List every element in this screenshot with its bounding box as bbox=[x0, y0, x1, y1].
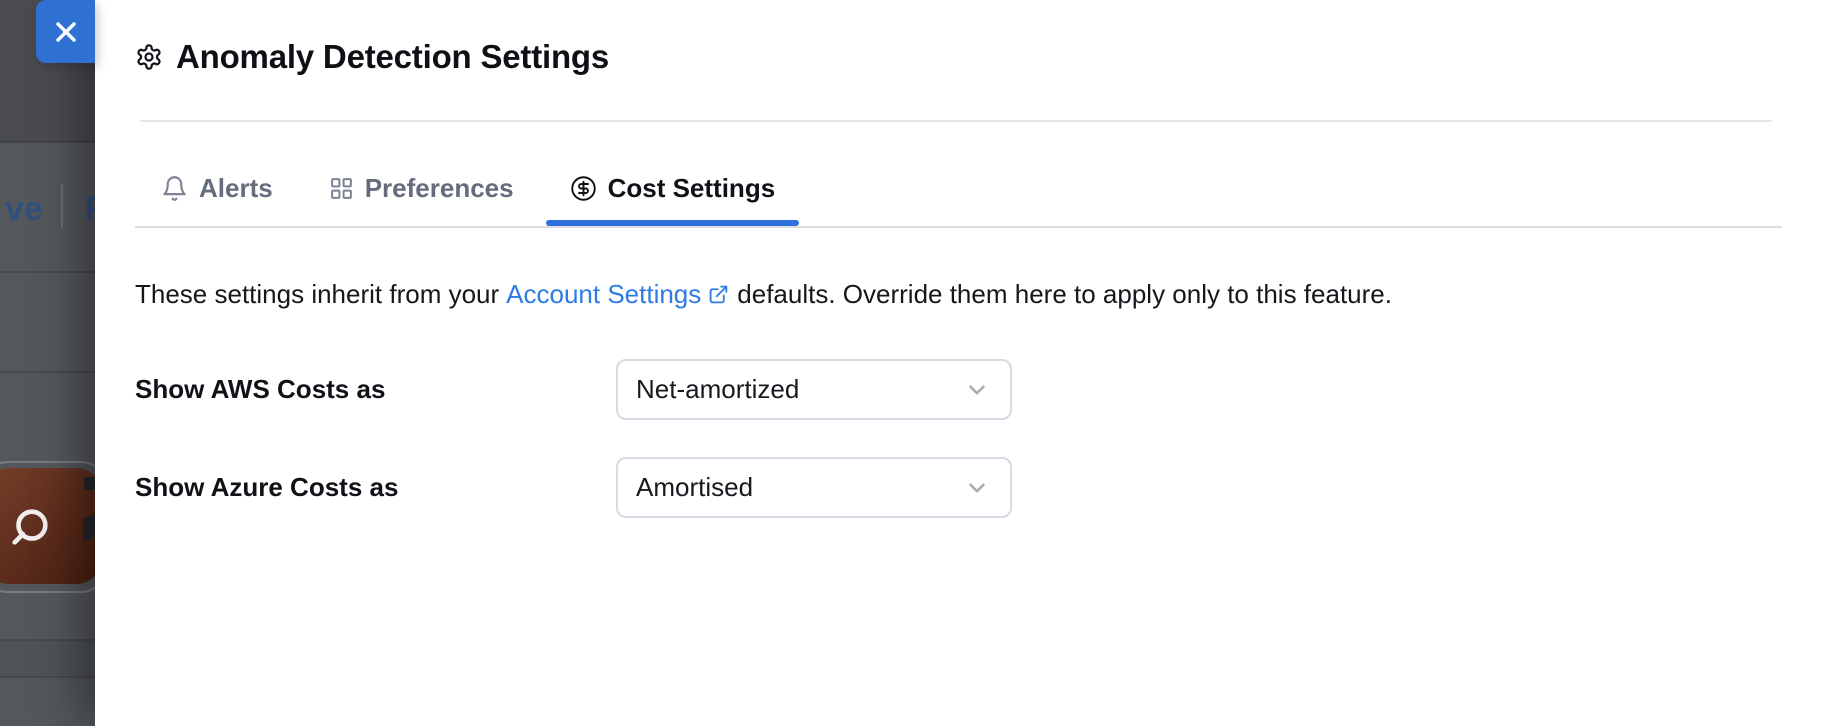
aws-costs-selected-value: Net-amortized bbox=[636, 374, 799, 405]
gear-icon bbox=[135, 43, 163, 71]
search-icon bbox=[7, 504, 53, 550]
background-band bbox=[0, 641, 95, 676]
tab-alerts-label: Alerts bbox=[199, 173, 273, 204]
azure-costs-selected-value: Amortised bbox=[636, 472, 753, 503]
tab-alerts[interactable]: Alerts bbox=[137, 150, 297, 226]
external-link-icon bbox=[708, 284, 729, 305]
anomaly-settings-drawer: Anomaly Detection Settings Alerts Prefer… bbox=[95, 0, 1822, 726]
note-prefix: These settings inherit from your bbox=[135, 279, 499, 309]
background-divider bbox=[0, 371, 95, 373]
tab-preferences-label: Preferences bbox=[365, 173, 514, 204]
header-divider bbox=[140, 120, 1772, 122]
settings-tabs: Alerts Preferences Cost Settings bbox=[137, 150, 799, 226]
inheritance-note: These settings inherit from yourAccount … bbox=[135, 277, 1392, 311]
modal-backdrop[interactable]: ve F bbox=[0, 0, 95, 726]
note-suffix: defaults. Override them here to apply on… bbox=[737, 279, 1392, 309]
account-settings-link[interactable]: Account Settings bbox=[506, 279, 701, 309]
background-text-fragment bbox=[84, 477, 95, 490]
tab-preferences[interactable]: Preferences bbox=[305, 150, 538, 226]
background-divider bbox=[0, 141, 95, 143]
background-divider bbox=[0, 676, 95, 678]
background-nav-fragment: ve bbox=[5, 190, 43, 229]
tab-cost-settings[interactable]: Cost Settings bbox=[546, 150, 800, 226]
aws-costs-label: Show AWS Costs as bbox=[135, 374, 616, 405]
azure-costs-label: Show Azure Costs as bbox=[135, 472, 616, 503]
close-button[interactable] bbox=[36, 0, 95, 63]
layout-grid-icon bbox=[329, 176, 354, 201]
background-divider bbox=[0, 271, 95, 273]
chevron-down-icon bbox=[964, 377, 990, 403]
background-nav-separator bbox=[61, 184, 63, 228]
drawer-title: Anomaly Detection Settings bbox=[176, 38, 609, 76]
bell-icon bbox=[161, 175, 188, 202]
background-text-fragment bbox=[83, 514, 95, 542]
background-divider bbox=[0, 639, 95, 641]
screen: ve F Anomaly Detection Settings bbox=[0, 0, 1822, 726]
dollar-circle-icon bbox=[570, 175, 597, 202]
chevron-down-icon bbox=[964, 475, 990, 501]
aws-costs-row: Show AWS Costs as Net-amortized bbox=[135, 359, 1012, 420]
tabs-divider bbox=[135, 226, 1782, 228]
drawer-header: Anomaly Detection Settings bbox=[135, 38, 609, 76]
background-nav-fragment: F bbox=[85, 190, 95, 229]
aws-costs-select[interactable]: Net-amortized bbox=[616, 359, 1012, 420]
azure-costs-select[interactable]: Amortised bbox=[616, 457, 1012, 518]
app-tile bbox=[0, 468, 95, 584]
azure-costs-row: Show Azure Costs as Amortised bbox=[135, 457, 1012, 518]
close-icon bbox=[50, 16, 82, 48]
tab-cost-settings-label: Cost Settings bbox=[608, 173, 776, 204]
